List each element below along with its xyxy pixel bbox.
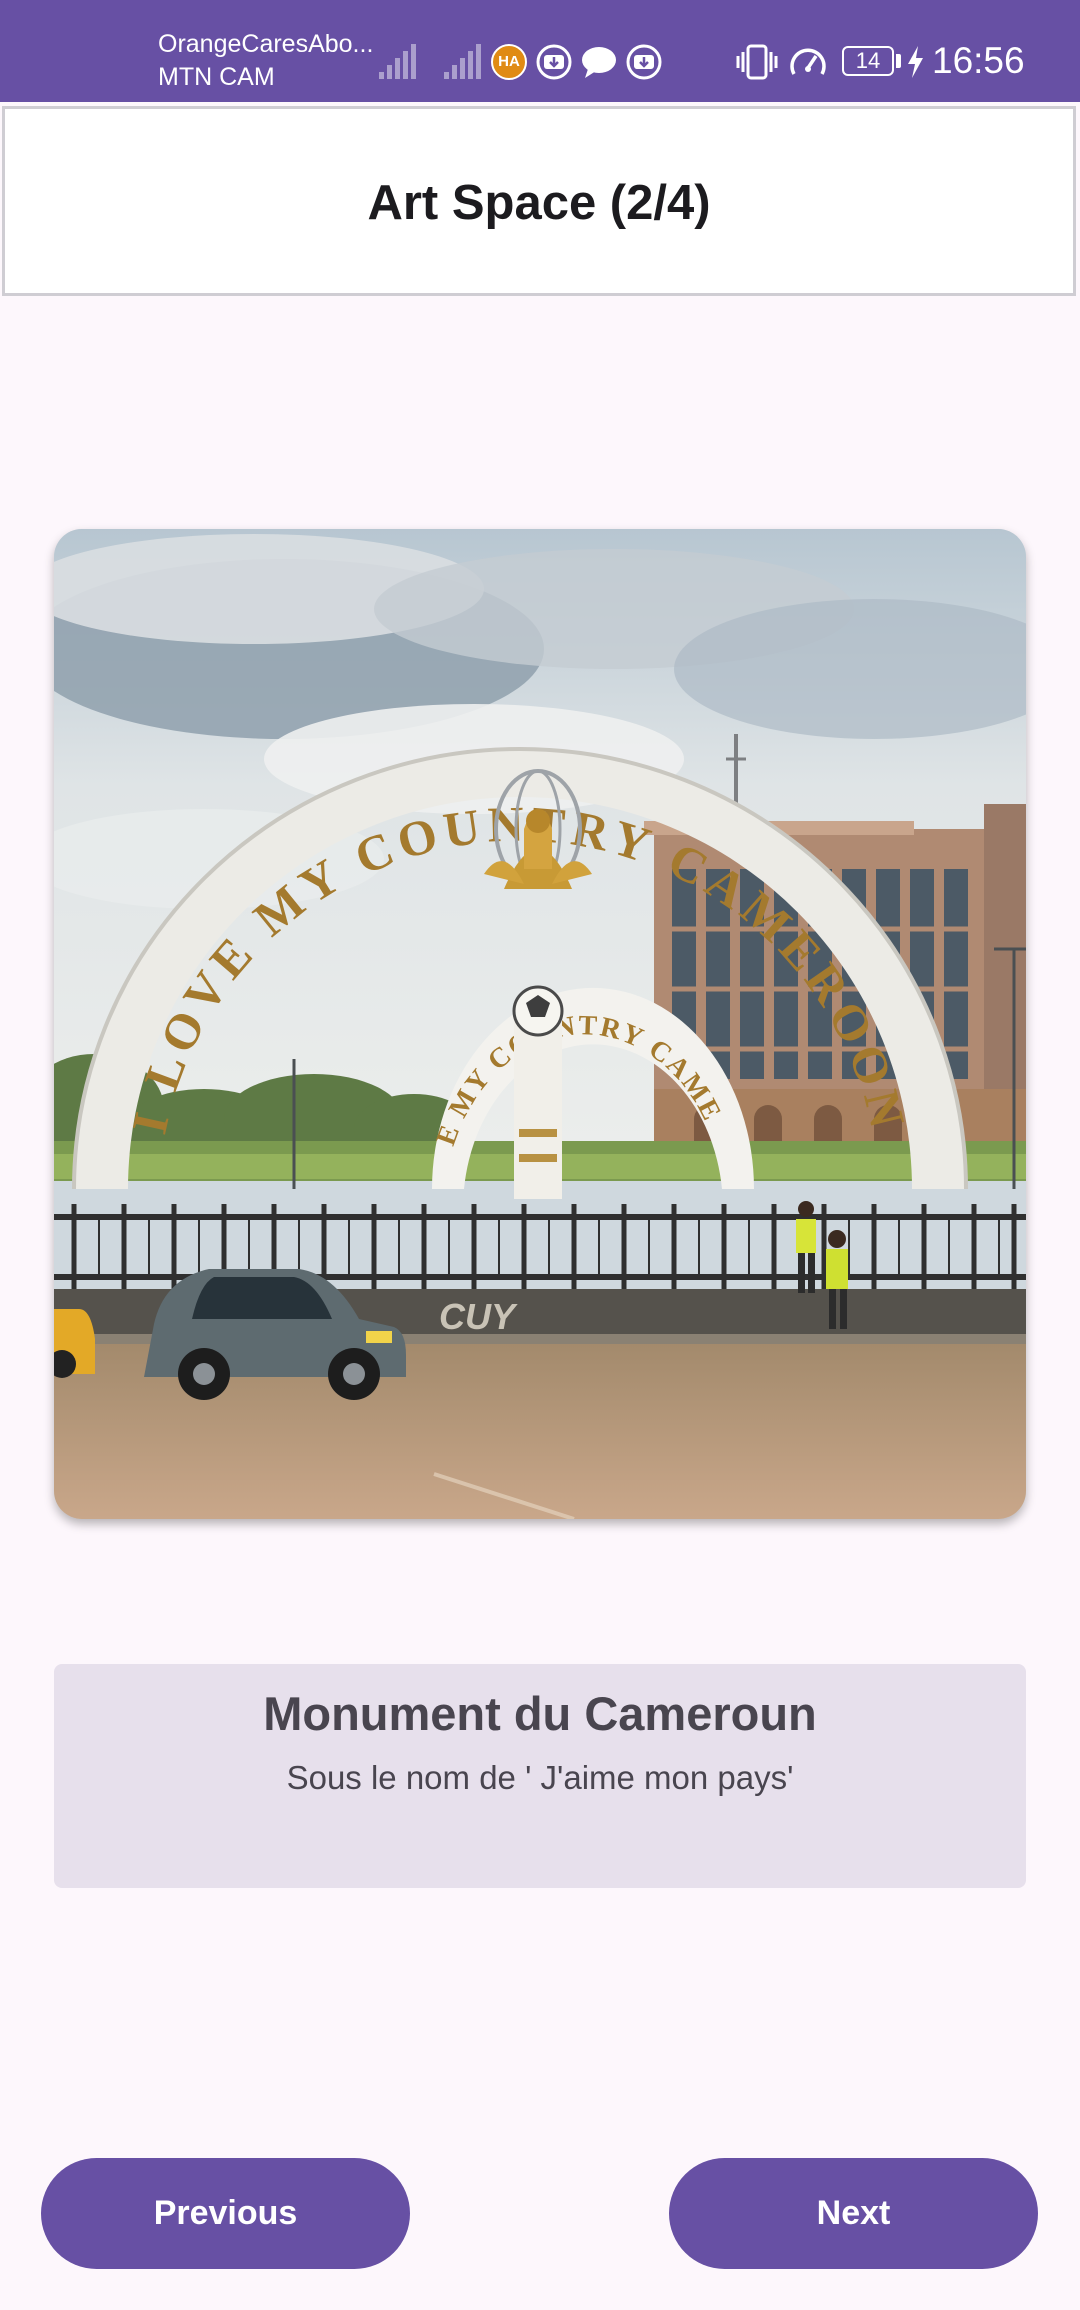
status-time: 16:56 <box>932 40 1025 81</box>
page-title: Art Space (2/4) <box>367 176 711 230</box>
signal-icon <box>444 44 481 79</box>
charging-icon <box>908 46 923 78</box>
caption-panel: Monument du Cameroun Sous le nom de ' J'… <box>54 1664 1026 1888</box>
battery-nub <box>896 54 901 68</box>
carrier-primary: OrangeCaresAbo... <box>158 30 374 58</box>
artwork-subtitle: Sous le nom de ' J'aime mon pays' <box>286 1759 794 1796</box>
previous-button[interactable]: Previous <box>41 2158 410 2269</box>
vibrate-icon <box>736 44 778 80</box>
download-icon <box>536 44 572 80</box>
battery-icon: 14 <box>842 46 894 76</box>
status-bar: OrangeCaresAbo... MTN CAM HA 14 16:56 <box>0 0 1080 102</box>
artwork-image: I LOVE MY COUNTRY CAMEROON I LOVE MY COU… <box>54 529 1026 1519</box>
signal-icon <box>379 44 416 79</box>
ha-notification-icon: HA <box>491 44 527 80</box>
title-bar: Art Space (2/4) <box>2 106 1076 296</box>
carrier-info: OrangeCaresAbo... MTN CAM <box>158 28 373 94</box>
monument-photo: I LOVE MY COUNTRY CAMEROON I LOVE MY COU… <box>54 529 1026 1519</box>
chat-icon <box>582 47 616 78</box>
carrier-secondary: MTN CAM <box>158 63 275 91</box>
artwork-title: Monument du Cameroun <box>263 1687 817 1740</box>
next-button[interactable]: Next <box>669 2158 1038 2269</box>
speed-icon <box>790 48 826 75</box>
download-icon <box>626 44 662 80</box>
ground-graffiti: CUY <box>439 1296 518 1337</box>
